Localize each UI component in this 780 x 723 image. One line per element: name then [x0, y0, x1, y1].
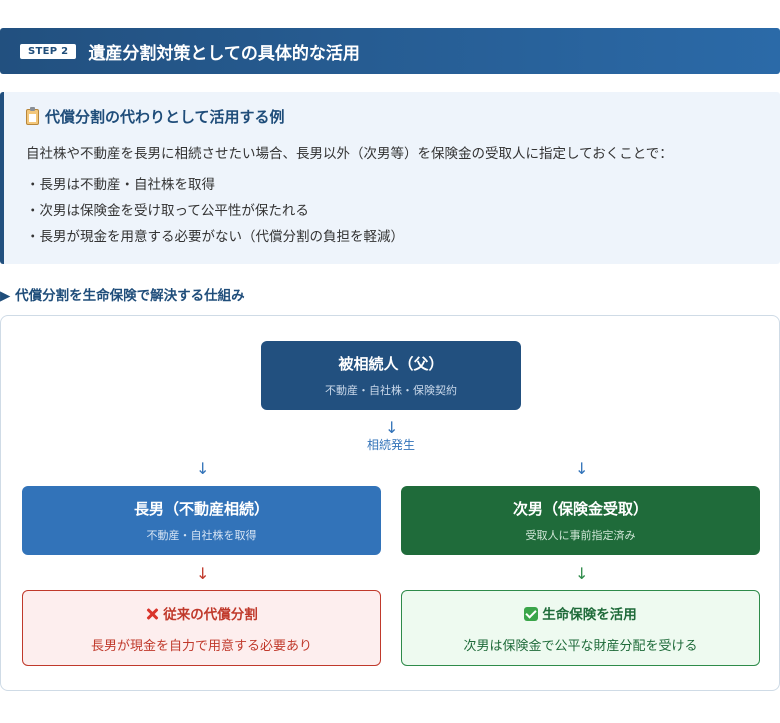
list-item: ・長男が現金を用意する必要がない（代償分割の負担を軽減）: [26, 229, 404, 245]
check-icon: [524, 606, 539, 621]
list-item: ・長男は不動産・自社株を取得: [26, 177, 215, 193]
flow-diagram: 被相続人（父） 不動産・自社株・保険契約 ↓ 相続発生 ↓ ↓ 長男（不動産相続…: [0, 315, 780, 691]
node-subtitle: 不動産・自社株を取得: [146, 529, 257, 542]
node-title: 被相続人（父）: [338, 355, 444, 373]
node-title: 長男（不動産相続）: [133, 500, 269, 518]
node-conventional-compensation: 従来の代償分割 長男が現金を自力で用意する必要あり: [22, 590, 381, 666]
info-lead: 自社株や不動産を長男に相続させたい場合、長男以外（次男等）を保険金の受取人に指定…: [26, 146, 673, 162]
arrow-down-icon: ↓: [385, 418, 399, 437]
arrow-down-icon: ↓: [196, 459, 210, 478]
list-item: ・次男は保険金を受け取って公平性が保たれる: [26, 203, 309, 219]
node-deceased-father: 被相続人（父） 不動産・自社株・保険契約: [261, 341, 521, 410]
clipboard-icon: [26, 106, 39, 125]
inheritance-occurs-label: 相続発生: [366, 438, 415, 452]
node-second-son: 次男（保険金受取） 受取人に事前指定済み: [401, 486, 760, 555]
cross-icon: [145, 607, 159, 621]
node-eldest-son: 長男（不動産相続） 不動産・自社株を取得: [22, 486, 381, 555]
arrow-down-icon: ↓: [196, 564, 210, 583]
step-header: STEP 2 遺産分割対策としての具体的な活用: [0, 28, 780, 74]
info-box: 代償分割の代わりとして活用する例 自社株や不動産を長男に相続させたい場合、長男以…: [0, 92, 780, 264]
arrow-down-icon: ↓: [575, 459, 589, 478]
node-subtitle: 次男は保険金で公平な財産分配を受ける: [463, 638, 698, 654]
node-title: 従来の代償分割: [145, 603, 258, 623]
info-list: ・長男は不動産・自社株を取得 ・次男は保険金を受け取って公平性が保たれる ・長男…: [26, 172, 404, 250]
node-title: 次男（保険金受取）: [512, 500, 648, 518]
node-title-text: 生命保険を活用: [542, 606, 637, 623]
node-title: 生命保険を活用: [524, 603, 637, 623]
info-heading-text: 代償分割の代わりとして活用する例: [45, 108, 285, 126]
diagram-section-label: ▶ 代償分割を生命保険で解決する仕組み: [0, 288, 245, 304]
node-title-text: 従来の代償分割: [163, 606, 258, 623]
node-subtitle: 受取人に事前指定済み: [525, 529, 636, 542]
section-title: 遺産分割対策としての具体的な活用: [88, 43, 360, 64]
node-life-insurance: 生命保険を活用 次男は保険金で公平な財産分配を受ける: [401, 590, 760, 666]
node-subtitle: 長男が現金を自力で用意する必要あり: [90, 638, 312, 654]
arrow-down-icon: ↓: [575, 564, 589, 583]
node-subtitle: 不動産・自社株・保険契約: [325, 384, 457, 397]
info-heading: 代償分割の代わりとして活用する例: [26, 106, 285, 127]
step-badge: STEP 2: [20, 43, 77, 59]
